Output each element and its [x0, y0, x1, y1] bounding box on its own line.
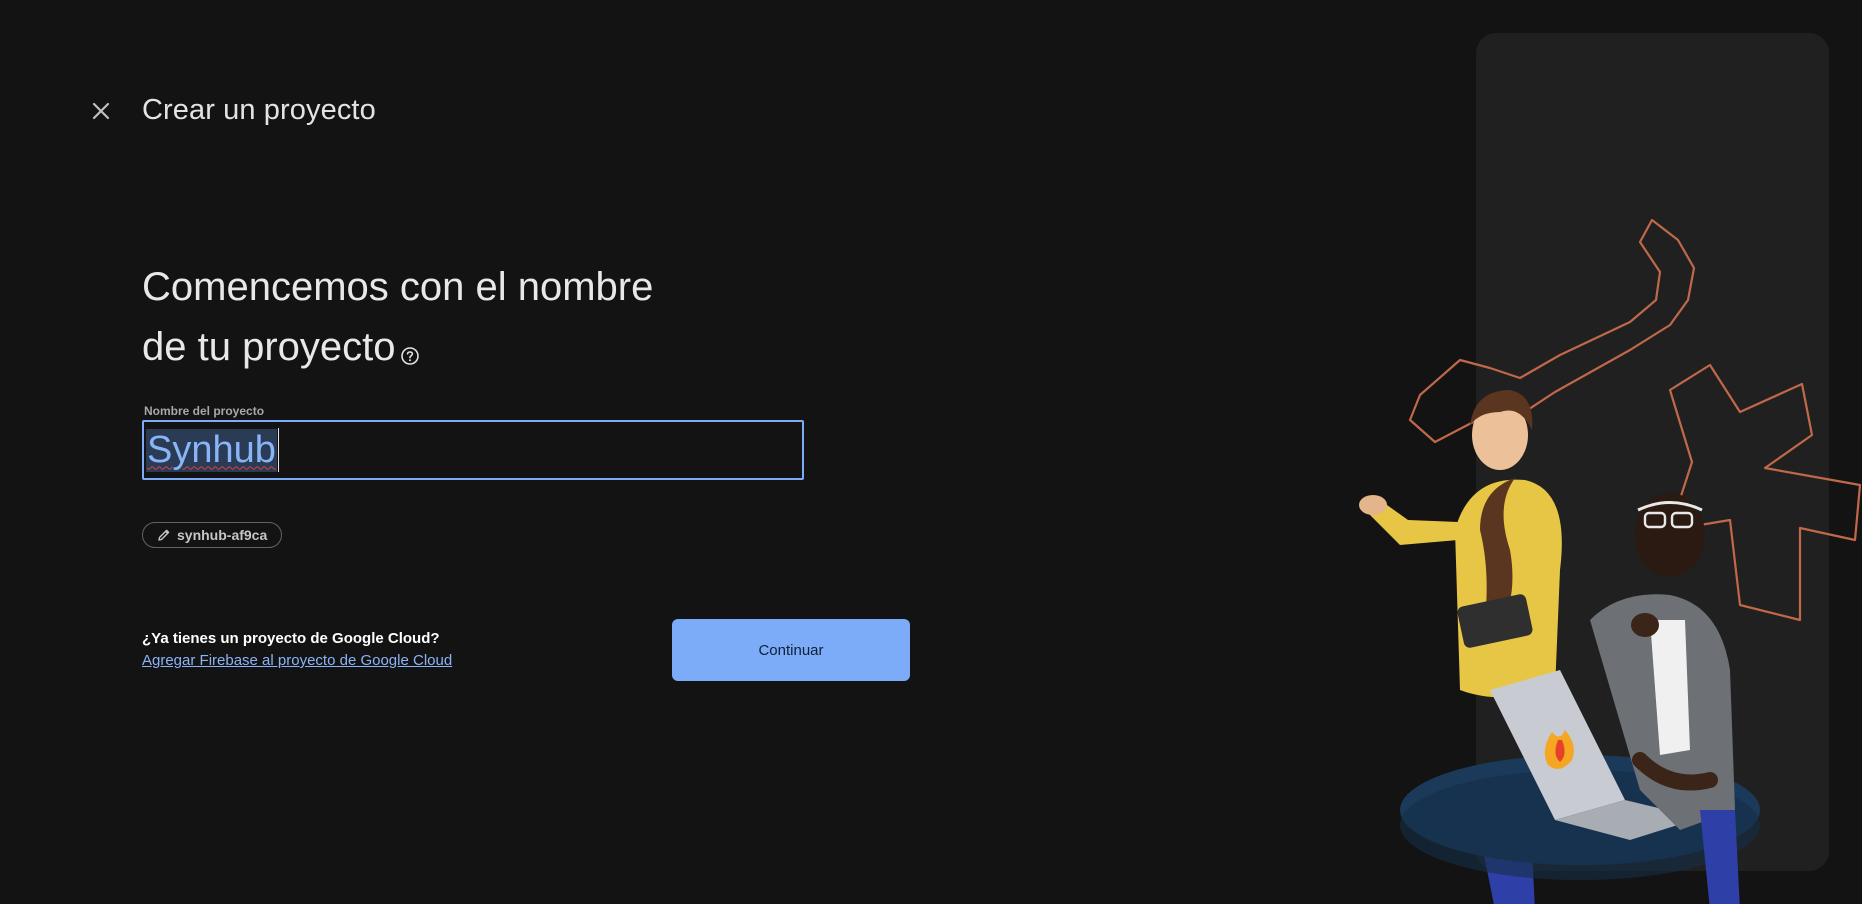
- project-name-label: Nombre del proyecto: [144, 404, 265, 418]
- heading-line-2: de tu proyecto: [142, 325, 396, 369]
- help-icon[interactable]: [400, 323, 420, 383]
- heading-line-1: Comencemos con el nombre: [142, 265, 654, 309]
- close-icon: [92, 102, 110, 120]
- firebase-people-illustration: [1359, 218, 1862, 904]
- pencil-icon: [158, 529, 170, 541]
- text-caret: [277, 428, 279, 472]
- create-project-page: Crear un proyecto Comencemos con el nomb…: [0, 0, 1862, 904]
- project-name-value: Synhub: [146, 428, 277, 472]
- continue-button[interactable]: Continuar: [672, 619, 910, 681]
- main-heading: Comencemos con el nombre de tu proyecto: [142, 257, 842, 383]
- project-name-input[interactable]: Synhub: [142, 420, 804, 480]
- page-title: Crear un proyecto: [142, 94, 376, 126]
- close-button[interactable]: [86, 96, 116, 126]
- project-id-chip[interactable]: synhub-af9ca: [142, 522, 283, 548]
- project-id-text: synhub-af9ca: [177, 527, 268, 543]
- google-cloud-question: ¿Ya tienes un proyecto de Google Cloud?: [142, 630, 440, 647]
- add-firebase-to-gcp-link[interactable]: Agregar Firebase al proyecto de Google C…: [142, 652, 452, 669]
